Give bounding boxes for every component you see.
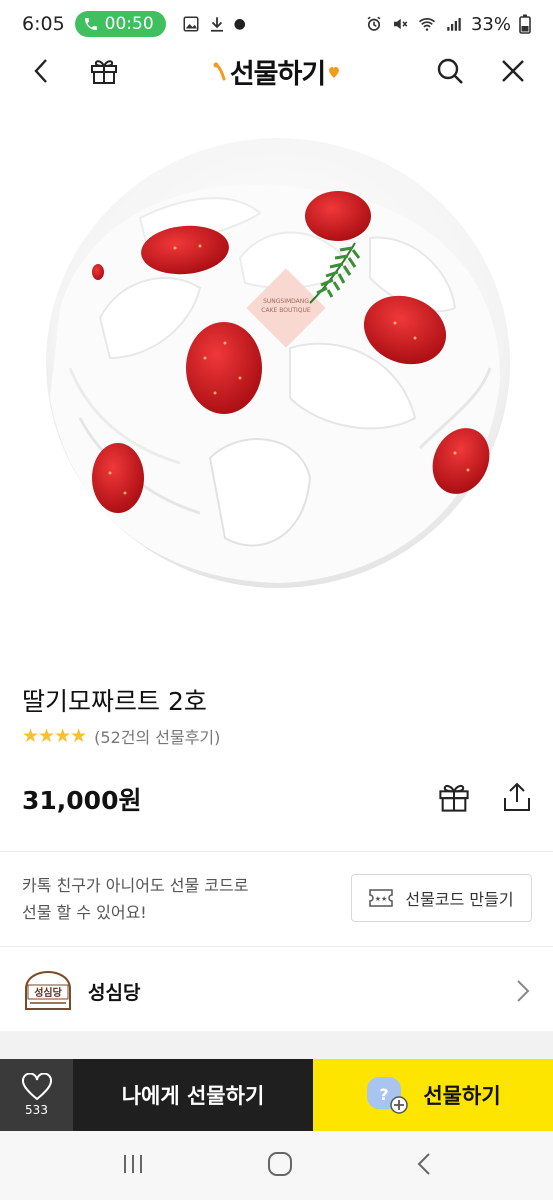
dot-icon: ● bbox=[233, 16, 246, 32]
recents-icon bbox=[124, 1154, 143, 1173]
call-timer: 00:50 bbox=[104, 14, 154, 34]
strawberry bbox=[186, 322, 262, 414]
gift-to-me-button[interactable]: 나에게 선물하기 bbox=[73, 1059, 313, 1131]
close-button[interactable] bbox=[490, 48, 536, 94]
share-button[interactable] bbox=[501, 780, 533, 818]
rating-row[interactable]: ★★★★ (52건의 선물후기) bbox=[22, 724, 220, 748]
signal-icon bbox=[447, 18, 461, 31]
image-icon bbox=[183, 16, 199, 32]
gift-to-me-label: 나에게 선물하기 bbox=[121, 1084, 265, 1108]
recents-button[interactable] bbox=[121, 1153, 145, 1179]
back-nav-icon bbox=[417, 1152, 430, 1175]
product-name: 딸기모짜르트 2호 bbox=[22, 687, 207, 716]
heart-accent-icon bbox=[329, 66, 340, 78]
system-nav-bar bbox=[0, 1131, 553, 1200]
home-icon bbox=[268, 1151, 293, 1176]
search-button[interactable] bbox=[427, 48, 473, 94]
call-timer-pill[interactable]: 00:50 bbox=[74, 11, 166, 37]
wifi-icon bbox=[418, 18, 436, 31]
brand-logo-text: 성심당 bbox=[34, 986, 62, 999]
share-icon bbox=[504, 782, 530, 811]
brand-row[interactable]: 성심당 성심당 bbox=[0, 951, 553, 1031]
cake-sign-line1: SUNGSIMDANG bbox=[263, 298, 309, 305]
svg-text:?: ? bbox=[380, 1085, 389, 1104]
like-button[interactable]: 533 bbox=[0, 1059, 73, 1131]
brand-title-text: 선물하기 bbox=[229, 59, 326, 90]
rating-stars: ★★★★ bbox=[22, 725, 87, 747]
alarm-icon bbox=[367, 16, 381, 31]
status-time: 6:05 bbox=[22, 13, 65, 35]
gift-code-description: 카톡 친구가 아니어도 선물 코드로 선물 할 수 있어요! bbox=[22, 872, 248, 926]
product-price: 31,000원 bbox=[22, 786, 142, 815]
brand-name[interactable]: 성심당 bbox=[88, 978, 140, 1005]
price-actions bbox=[437, 780, 533, 818]
bottom-action-bar: 533 나에게 선물하기 ? 선물하기 bbox=[0, 1059, 553, 1131]
ticket-icon: ★★ bbox=[369, 889, 394, 907]
phone-icon bbox=[84, 18, 97, 30]
gift-code-line1: 카톡 친구가 아니어도 선물 코드로 bbox=[22, 876, 249, 895]
create-gift-code-label: 선물코드 만들기 bbox=[405, 890, 514, 909]
battery-percent: 33% bbox=[470, 13, 511, 35]
status-bar: 6:05 00:50 ● 33% bbox=[0, 0, 553, 48]
gift-button[interactable]: ? 선물하기 bbox=[313, 1059, 553, 1131]
create-gift-code-button[interactable]: ★★ 선물코드 만들기 bbox=[351, 874, 532, 922]
review-count[interactable]: (52건의 선물후기) bbox=[94, 724, 220, 748]
battery-icon bbox=[519, 14, 531, 34]
chevron-right-icon bbox=[517, 980, 530, 1002]
brand-logo: 성심당 bbox=[25, 970, 71, 1010]
section-spacer bbox=[0, 1031, 553, 1059]
close-icon bbox=[502, 60, 524, 82]
gift-label: 선물하기 bbox=[423, 1084, 501, 1108]
add-friend-icon: ? bbox=[367, 1077, 409, 1114]
divider bbox=[0, 851, 553, 852]
cake-sign-line2: CAKE BOUTIQUE bbox=[261, 307, 311, 314]
strawberry bbox=[92, 443, 144, 513]
ribbon-icon bbox=[213, 62, 226, 80]
search-icon bbox=[437, 58, 463, 84]
back-nav-button[interactable] bbox=[416, 1151, 432, 1181]
like-count: 533 bbox=[25, 1103, 48, 1117]
wish-gift-button[interactable] bbox=[437, 780, 471, 818]
gift-code-line2: 선물 할 수 있어요! bbox=[22, 903, 147, 922]
product-image[interactable]: SUNGSIMDANG CAKE BOUTIQUE bbox=[0, 118, 553, 658]
strawberry bbox=[305, 191, 371, 241]
top-nav: 선물하기 bbox=[0, 48, 553, 94]
heart-icon bbox=[21, 1073, 52, 1101]
home-button[interactable] bbox=[267, 1151, 293, 1181]
mute-icon bbox=[393, 18, 408, 30]
divider bbox=[0, 946, 553, 947]
download-icon bbox=[210, 17, 223, 32]
gift-box-icon bbox=[439, 784, 469, 812]
strawberry bbox=[92, 264, 104, 280]
svg-text:★★: ★★ bbox=[375, 895, 388, 903]
